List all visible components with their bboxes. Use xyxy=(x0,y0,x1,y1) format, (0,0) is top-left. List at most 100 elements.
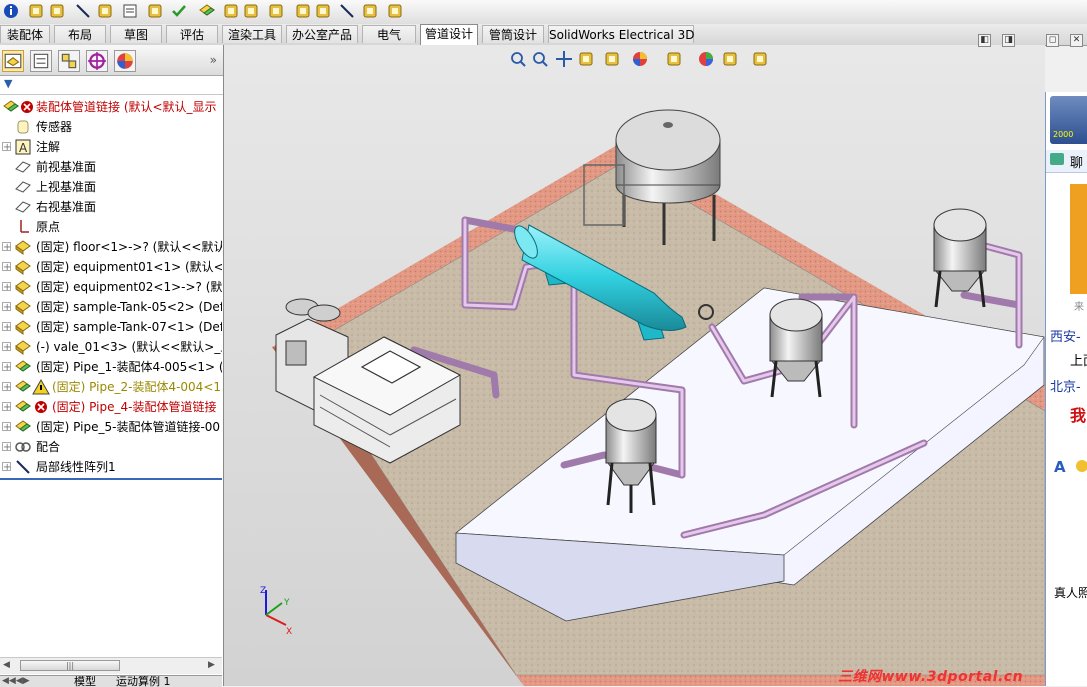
scroll-left-arrow-icon[interactable]: ◀ xyxy=(3,660,10,670)
tab-motion-study[interactable]: 运动算例 1 xyxy=(116,676,206,687)
triad-x-label: X xyxy=(286,627,292,637)
filter-bar[interactable]: ▼ xyxy=(0,76,223,95)
close-button[interactable]: ✕ xyxy=(1070,34,1083,47)
configuration-manager-icon[interactable] xyxy=(58,50,80,72)
scene-icon[interactable] xyxy=(721,50,739,68)
hole-wizard-icon[interactable] xyxy=(222,2,240,20)
tree-item[interactable]: 右视基准面 xyxy=(0,197,222,217)
tree-item[interactable]: 传感器 xyxy=(0,117,222,137)
restore-button[interactable]: ◻ xyxy=(1046,34,1059,47)
move-component-icon[interactable] xyxy=(96,2,114,20)
check-icon[interactable] xyxy=(170,2,188,20)
tree-item[interactable]: + (固定) Pipe_2-装配体4-004<1 xyxy=(0,377,222,397)
dimxpert-icon[interactable] xyxy=(86,50,108,72)
tab-model[interactable]: 模型 xyxy=(74,676,114,687)
horizontal-scrollbar[interactable]: ◀ ||| ▶ xyxy=(0,657,222,674)
linear-pattern-icon[interactable] xyxy=(74,2,92,20)
info-icon[interactable] xyxy=(2,2,20,20)
tile-left-button[interactable]: ◧ xyxy=(978,34,991,47)
tree-item[interactable]: + (固定) Pipe_4-装配体管道链接 xyxy=(0,397,222,417)
smart-fastener-icon[interactable] xyxy=(27,2,45,20)
assembly-3d-scene[interactable]: Z Y X xyxy=(224,45,1045,686)
tree-item[interactable]: + (固定) Pipe_5-装配体管道链接-00 xyxy=(0,417,222,437)
tab-1[interactable]: 布局 xyxy=(54,25,106,43)
chat-link-xian[interactable]: 西安- xyxy=(1050,326,1081,345)
appearance-icon[interactable] xyxy=(697,50,715,68)
pan-icon[interactable] xyxy=(555,50,573,68)
expand-toggle-icon[interactable]: + xyxy=(2,262,11,273)
tab-9[interactable]: SolidWorks Electrical 3D xyxy=(548,25,695,43)
tree-item[interactable]: + (-) vale_01<3> (默认<<默认>_显 xyxy=(0,337,222,357)
tree-item[interactable]: + A 注解 xyxy=(0,137,222,157)
tree-item[interactable]: + (固定) sample-Tank-07<1> (Def xyxy=(0,317,222,337)
tree-item[interactable]: + (固定) equipment01<1> (默认<< xyxy=(0,257,222,277)
tree-item[interactable]: + (固定) floor<1>->? (默认<<默认_ xyxy=(0,237,222,257)
tab-5[interactable]: 办公室产品 xyxy=(286,25,358,43)
expand-toggle-icon[interactable]: + xyxy=(2,322,11,333)
expand-panel-button[interactable]: » xyxy=(210,53,217,67)
edit-route-icon[interactable] xyxy=(386,2,404,20)
expand-toggle-icon[interactable]: + xyxy=(2,422,11,433)
scroll-right-arrow-icon[interactable]: ▶ xyxy=(208,660,215,670)
chat-icon[interactable] xyxy=(1050,153,1064,165)
tree-item[interactable]: + (固定) equipment02<1>->? (默认 xyxy=(0,277,222,297)
expand-toggle-icon[interactable]: + xyxy=(2,342,11,353)
expand-toggle-icon[interactable]: + xyxy=(2,302,11,313)
display-manager-icon[interactable] xyxy=(114,50,136,72)
tab-8[interactable]: 管筒设计 xyxy=(482,25,544,43)
tree-item[interactable]: + 局部线性阵列1 xyxy=(0,457,222,477)
route-properties-icon[interactable] xyxy=(361,2,379,20)
tile-right-button[interactable]: ◨ xyxy=(1002,34,1015,47)
line-sketch-icon[interactable] xyxy=(338,2,356,20)
tab-4[interactable]: 渲染工具 xyxy=(222,25,282,43)
graphics-area[interactable]: Z Y X xyxy=(224,45,1045,686)
assembly-feature-icon[interactable] xyxy=(198,2,216,20)
emoji-icon[interactable] xyxy=(1076,460,1087,472)
expand-toggle-icon[interactable]: + xyxy=(2,282,11,293)
section-view-icon[interactable] xyxy=(577,50,595,68)
tab-0[interactable]: 装配体 xyxy=(0,25,50,43)
flange-icon-glyph xyxy=(316,4,330,18)
display-style-icon[interactable] xyxy=(631,50,649,68)
route-icon[interactable] xyxy=(294,2,312,20)
expand-toggle-icon[interactable]: + xyxy=(2,242,11,253)
tree-item[interactable]: 原点 xyxy=(0,217,222,237)
feature-tree-icon[interactable] xyxy=(2,50,24,72)
flange-icon[interactable] xyxy=(314,2,332,20)
expand-toggle-icon[interactable]: + xyxy=(2,142,11,153)
mate-icon[interactable] xyxy=(48,2,66,20)
scrollbar-thumb[interactable]: ||| xyxy=(20,660,120,671)
tree-item[interactable]: 前视基准面 xyxy=(0,157,222,177)
property-manager-icon[interactable] xyxy=(30,50,52,72)
chat-tab-label[interactable]: 聊 xyxy=(1070,152,1083,171)
chat-link-beijing[interactable]: 北京- xyxy=(1050,376,1081,395)
tab-nav-arrows[interactable]: ◀◀◀▶ xyxy=(2,676,30,686)
expand-toggle-icon[interactable]: + xyxy=(2,362,11,373)
expand-toggle-icon[interactable]: + xyxy=(2,402,11,413)
zoom-area-icon[interactable] xyxy=(531,50,549,68)
expand-toggle-icon[interactable]: + xyxy=(2,382,11,393)
view-orientation-icon[interactable] xyxy=(603,50,621,68)
insert-component-icon[interactable] xyxy=(146,2,164,20)
hide-show-icon[interactable] xyxy=(665,50,683,68)
tab-3[interactable]: 评估 xyxy=(166,25,218,43)
tree-item-label: (固定) equipment02<1>->? (默认 xyxy=(36,280,222,294)
tree-item-label: 传感器 xyxy=(36,120,73,134)
tree-item[interactable]: + 配合 xyxy=(0,437,222,457)
tree-item[interactable]: + (固定) Pipe_1-装配体4-005<1> (显 xyxy=(0,357,222,377)
tab-6[interactable]: 电气 xyxy=(362,25,416,43)
tab-2[interactable]: 草图 xyxy=(110,25,162,43)
tree-item[interactable]: + (固定) sample-Tank-05<2> (Def xyxy=(0,297,222,317)
expand-toggle-icon[interactable]: + xyxy=(2,442,11,453)
view-settings-icon[interactable] xyxy=(751,50,769,68)
tab-7[interactable]: 管道设计 xyxy=(420,24,478,45)
zoom-to-fit-icon[interactable] xyxy=(509,50,527,68)
tree-item[interactable]: 装配体管道链接 (默认<默认_显示 xyxy=(0,97,222,117)
expand-toggle-icon[interactable]: + xyxy=(2,462,11,473)
note-icon[interactable] xyxy=(121,2,139,20)
filter-icon[interactable]: ▼ xyxy=(4,77,12,90)
tree-item[interactable]: 上视基准面 xyxy=(0,177,222,197)
exploded-view-icon[interactable] xyxy=(267,2,285,20)
weld-icon[interactable] xyxy=(242,2,260,20)
font-icon[interactable]: A xyxy=(1054,458,1066,476)
